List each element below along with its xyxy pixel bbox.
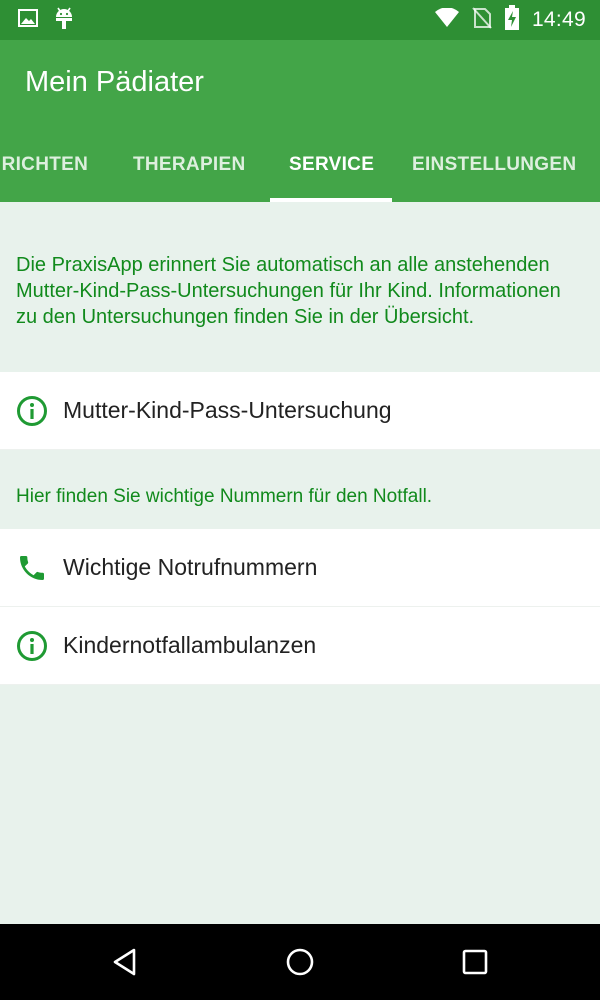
home-icon[interactable] — [270, 924, 330, 1000]
notrufnummern-item[interactable]: Wichtige Notrufnummern — [0, 529, 600, 607]
recents-icon[interactable] — [445, 924, 505, 1000]
status-time: 14:49 — [531, 8, 586, 31]
android-icon — [54, 7, 74, 34]
tab-therapien[interactable]: THERAPIEN — [133, 128, 246, 202]
no-sim-icon — [472, 6, 492, 35]
app-title: Mein Pädiater — [25, 66, 204, 98]
phone-icon — [16, 552, 48, 584]
tab-bar: IRICHTEN THERAPIEN SERVICE EINSTELLUNGEN — [0, 128, 600, 202]
navigation-bar — [0, 924, 600, 1000]
notfall-text: Hier finden Sie wichtige Nummern für den… — [16, 486, 433, 507]
image-icon — [18, 8, 38, 32]
wifi-icon — [434, 6, 460, 33]
battery-charging-icon — [504, 4, 520, 36]
intro-text: Die PraxisApp erinnert Sie automatisch a… — [16, 254, 561, 328]
tab-service[interactable]: SERVICE — [289, 128, 374, 202]
tab-einstellungen[interactable]: EINSTELLUNGEN — [412, 128, 576, 202]
info-icon — [16, 395, 48, 427]
tab-nachrichten[interactable]: IRICHTEN — [0, 128, 88, 202]
status-bar: 14:49 — [0, 0, 600, 40]
list-item-label: Wichtige Notrufnummern — [63, 554, 318, 580]
info-icon — [16, 630, 48, 662]
list-item-label: Mutter-Kind-Pass-Untersuchung — [63, 397, 392, 423]
back-icon[interactable] — [95, 924, 155, 1000]
app-bar: Mein Pädiater IRICHTEN THERAPIEN SERVICE… — [0, 40, 600, 202]
list-item-label: Kindernotfallambulanzen — [63, 632, 317, 658]
service-content: Die PraxisApp erinnert Sie automatisch a… — [0, 202, 600, 924]
kindernotfallambulanzen-item[interactable]: Kindernotfallambulanzen — [0, 607, 600, 685]
screen: 14:49 Mein Pädiater IRICHTEN THERAPIEN S… — [0, 0, 600, 1000]
mutter-kind-pass-item[interactable]: Mutter-Kind-Pass-Untersuchung — [0, 372, 600, 450]
